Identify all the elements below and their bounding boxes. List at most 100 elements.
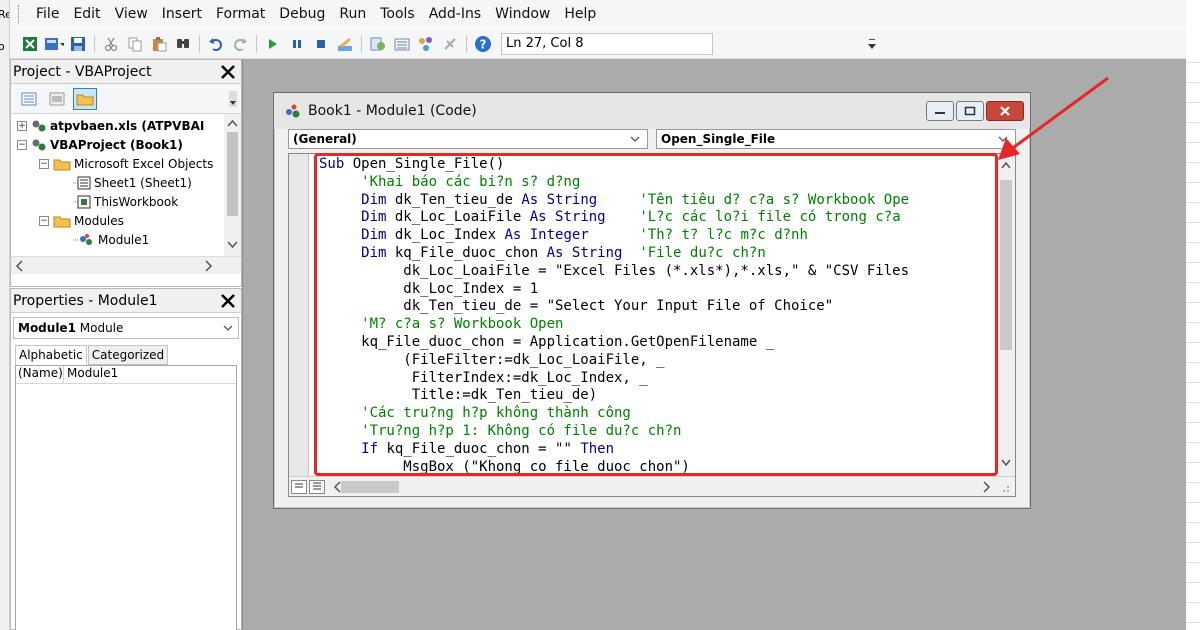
code-editor[interactable]: Sub Open_Single_File() 'Khai báo các bi?… (288, 153, 1016, 497)
copy-icon[interactable] (125, 34, 145, 54)
project-pane-close-button[interactable] (215, 61, 241, 83)
cut-icon[interactable] (101, 34, 121, 54)
code-comment: 'Tru?ng h?p 1: Không có file du?c ch?n (319, 422, 682, 439)
code-line[interactable]: 'Tru?ng h?p 1: Không có file du?c ch?n (319, 423, 995, 441)
menu-insert[interactable]: Insert (155, 6, 209, 22)
full-module-view-button[interactable] (309, 479, 325, 494)
code-line[interactable]: Dim dk_Ten_tieu_de As String 'Tên tiêu d… (319, 192, 995, 210)
code-keyword: As String (546, 244, 623, 261)
save-icon[interactable] (68, 34, 88, 54)
menu-format[interactable]: Format (209, 6, 272, 22)
menu-file[interactable]: File (29, 6, 66, 22)
help-icon[interactable]: ? (473, 34, 493, 54)
property-row[interactable]: (Name) Module1 (16, 366, 236, 384)
collapse-toggle[interactable]: − (39, 215, 49, 226)
code-line[interactable]: 'M? c?a s? Workbook Open (319, 316, 995, 334)
tree-node-sheet1[interactable]: Sheet1 (Sheet1) (73, 173, 192, 192)
collapse-toggle[interactable]: − (17, 139, 27, 150)
toolbar-options-dropdown[interactable] (717, 32, 877, 55)
expand-toggle[interactable]: + (17, 120, 27, 131)
view-object-button[interactable] (45, 88, 69, 110)
resize-grip-icon[interactable] (999, 482, 1011, 494)
code-line[interactable]: Dim dk_Loc_Index As Integer 'Th? t? l?c … (319, 227, 995, 245)
code-line[interactable]: 'Khai báo các bi?n s? d?ng (319, 174, 995, 192)
undo-icon[interactable] (206, 34, 226, 54)
project-tree: + atpvbaen.xls (ATPVBAI − VBAProject (Bo… (11, 114, 241, 256)
procedure-dropdown[interactable]: Open_Single_File (656, 129, 1016, 149)
properties-pane-close-button[interactable] (215, 290, 241, 312)
properties-window-icon[interactable] (392, 34, 412, 54)
code-text[interactable]: Sub Open_Single_File() 'Khai báo các bi?… (319, 156, 995, 474)
tree-node-modules[interactable]: − Modules (39, 211, 124, 230)
object-browser-icon[interactable] (416, 34, 436, 54)
code-vscrollbar[interactable] (995, 154, 1015, 476)
close-window-button[interactable] (986, 101, 1024, 121)
tab-categorized[interactable]: Categorized (87, 345, 169, 365)
code-line[interactable]: Dim kq_File_duoc_chon As String 'File du… (319, 245, 995, 263)
view-excel-icon[interactable] (20, 34, 40, 54)
menu-help[interactable]: Help (557, 6, 603, 22)
code-line[interactable]: Dim dk_Loc_LoaiFile As String 'L?c các l… (319, 209, 995, 227)
breakpoint-margin[interactable] (289, 154, 309, 476)
code-comment: 'M? c?a s? Workbook Open (319, 316, 564, 333)
code-line[interactable]: dk_Loc_LoaiFile = "Excel Files (*.xls*),… (319, 263, 995, 281)
code-window-titlebar[interactable]: Book1 - Module1 (Code) (274, 93, 1030, 129)
code-line[interactable]: dk_Ten_tieu_de = "Select Your Input File… (319, 298, 995, 316)
run-icon[interactable] (263, 34, 283, 54)
code-line[interactable]: MsgBox ("Khong co file duoc chon") (319, 459, 995, 474)
reset-icon[interactable] (311, 34, 331, 54)
view-code-button[interactable] (17, 88, 41, 110)
paste-icon[interactable] (149, 34, 169, 54)
minimize-button[interactable] (926, 101, 954, 121)
design-mode-icon[interactable] (335, 34, 355, 54)
break-icon[interactable] (287, 34, 307, 54)
redo-icon[interactable] (230, 34, 250, 54)
insert-module-icon[interactable] (44, 34, 64, 54)
tree-node-atpvbaen[interactable]: + atpvbaen.xls (ATPVBAI (17, 116, 204, 135)
menu-edit[interactable]: Edit (66, 6, 107, 22)
code-line[interactable]: (FileFilter:=dk_Loc_LoaiFile, _ (319, 352, 995, 370)
code-line[interactable]: 'Các tru?ng h?p không thành công (319, 405, 995, 423)
tree-node-thisworkbook[interactable]: ThisWorkbook (73, 192, 178, 211)
code-hscrollbar[interactable] (289, 476, 1015, 496)
project-explorer-icon[interactable] (368, 34, 388, 54)
tree-node-vbaproject[interactable]: − VBAProject (Book1) (17, 135, 183, 154)
code-line[interactable]: Title:=dk_Ten_tieu_de) (319, 387, 995, 405)
code-line[interactable]: If kq_File_duoc_chon = "" Then (319, 441, 995, 459)
toolbox-icon[interactable] (440, 34, 460, 54)
tree-label: Modules (74, 213, 124, 228)
menu-view[interactable]: View (108, 6, 155, 22)
properties-object-select[interactable]: Module1 Module (13, 317, 239, 339)
menu-run[interactable]: Run (332, 6, 373, 22)
properties-pane: Properties - Module1 Module1 Module Alph… (10, 288, 242, 630)
tree-node-module1[interactable]: Module1 (73, 230, 149, 249)
code-line[interactable]: kq_File_duoc_chon = Application.GetOpenF… (319, 334, 995, 352)
scroll-thumb[interactable] (341, 481, 399, 493)
toggle-folders-button[interactable] (73, 87, 97, 110)
menu-addins[interactable]: Add-Ins (422, 6, 488, 22)
menu-tools[interactable]: Tools (373, 6, 422, 22)
procedure-view-button[interactable] (291, 479, 307, 494)
object-dropdown[interactable]: (General) (288, 129, 648, 149)
toolbar-separator (361, 34, 362, 53)
tab-alphabetic[interactable]: Alphabetic (15, 345, 87, 365)
menubar-grip[interactable] (18, 5, 21, 23)
scroll-thumb[interactable] (227, 132, 238, 216)
procedure-view-icon (295, 483, 303, 487)
collapse-toggle[interactable]: − (39, 158, 49, 169)
project-tree-hscrollbar[interactable] (11, 256, 241, 274)
code-line[interactable]: FilterIndex:=dk_Loc_Index, _ (319, 370, 995, 388)
maximize-button[interactable] (956, 101, 984, 121)
menu-window[interactable]: Window (488, 6, 557, 22)
code-line[interactable]: Sub Open_Single_File() (319, 156, 995, 174)
property-value[interactable]: Module1 (64, 366, 118, 383)
project-tree-vscrollbar[interactable] (224, 114, 241, 256)
toolbar-separator (256, 34, 257, 53)
project-toolbar-scroll[interactable] (227, 88, 239, 110)
scroll-thumb[interactable] (1000, 180, 1012, 350)
code-line[interactable]: dk_Loc_Index = 1 (319, 281, 995, 299)
find-icon[interactable] (173, 34, 193, 54)
tree-node-excel-objects[interactable]: − Microsoft Excel Objects (39, 154, 213, 173)
tree-label: ThisWorkbook (94, 194, 179, 209)
menu-debug[interactable]: Debug (272, 6, 332, 22)
